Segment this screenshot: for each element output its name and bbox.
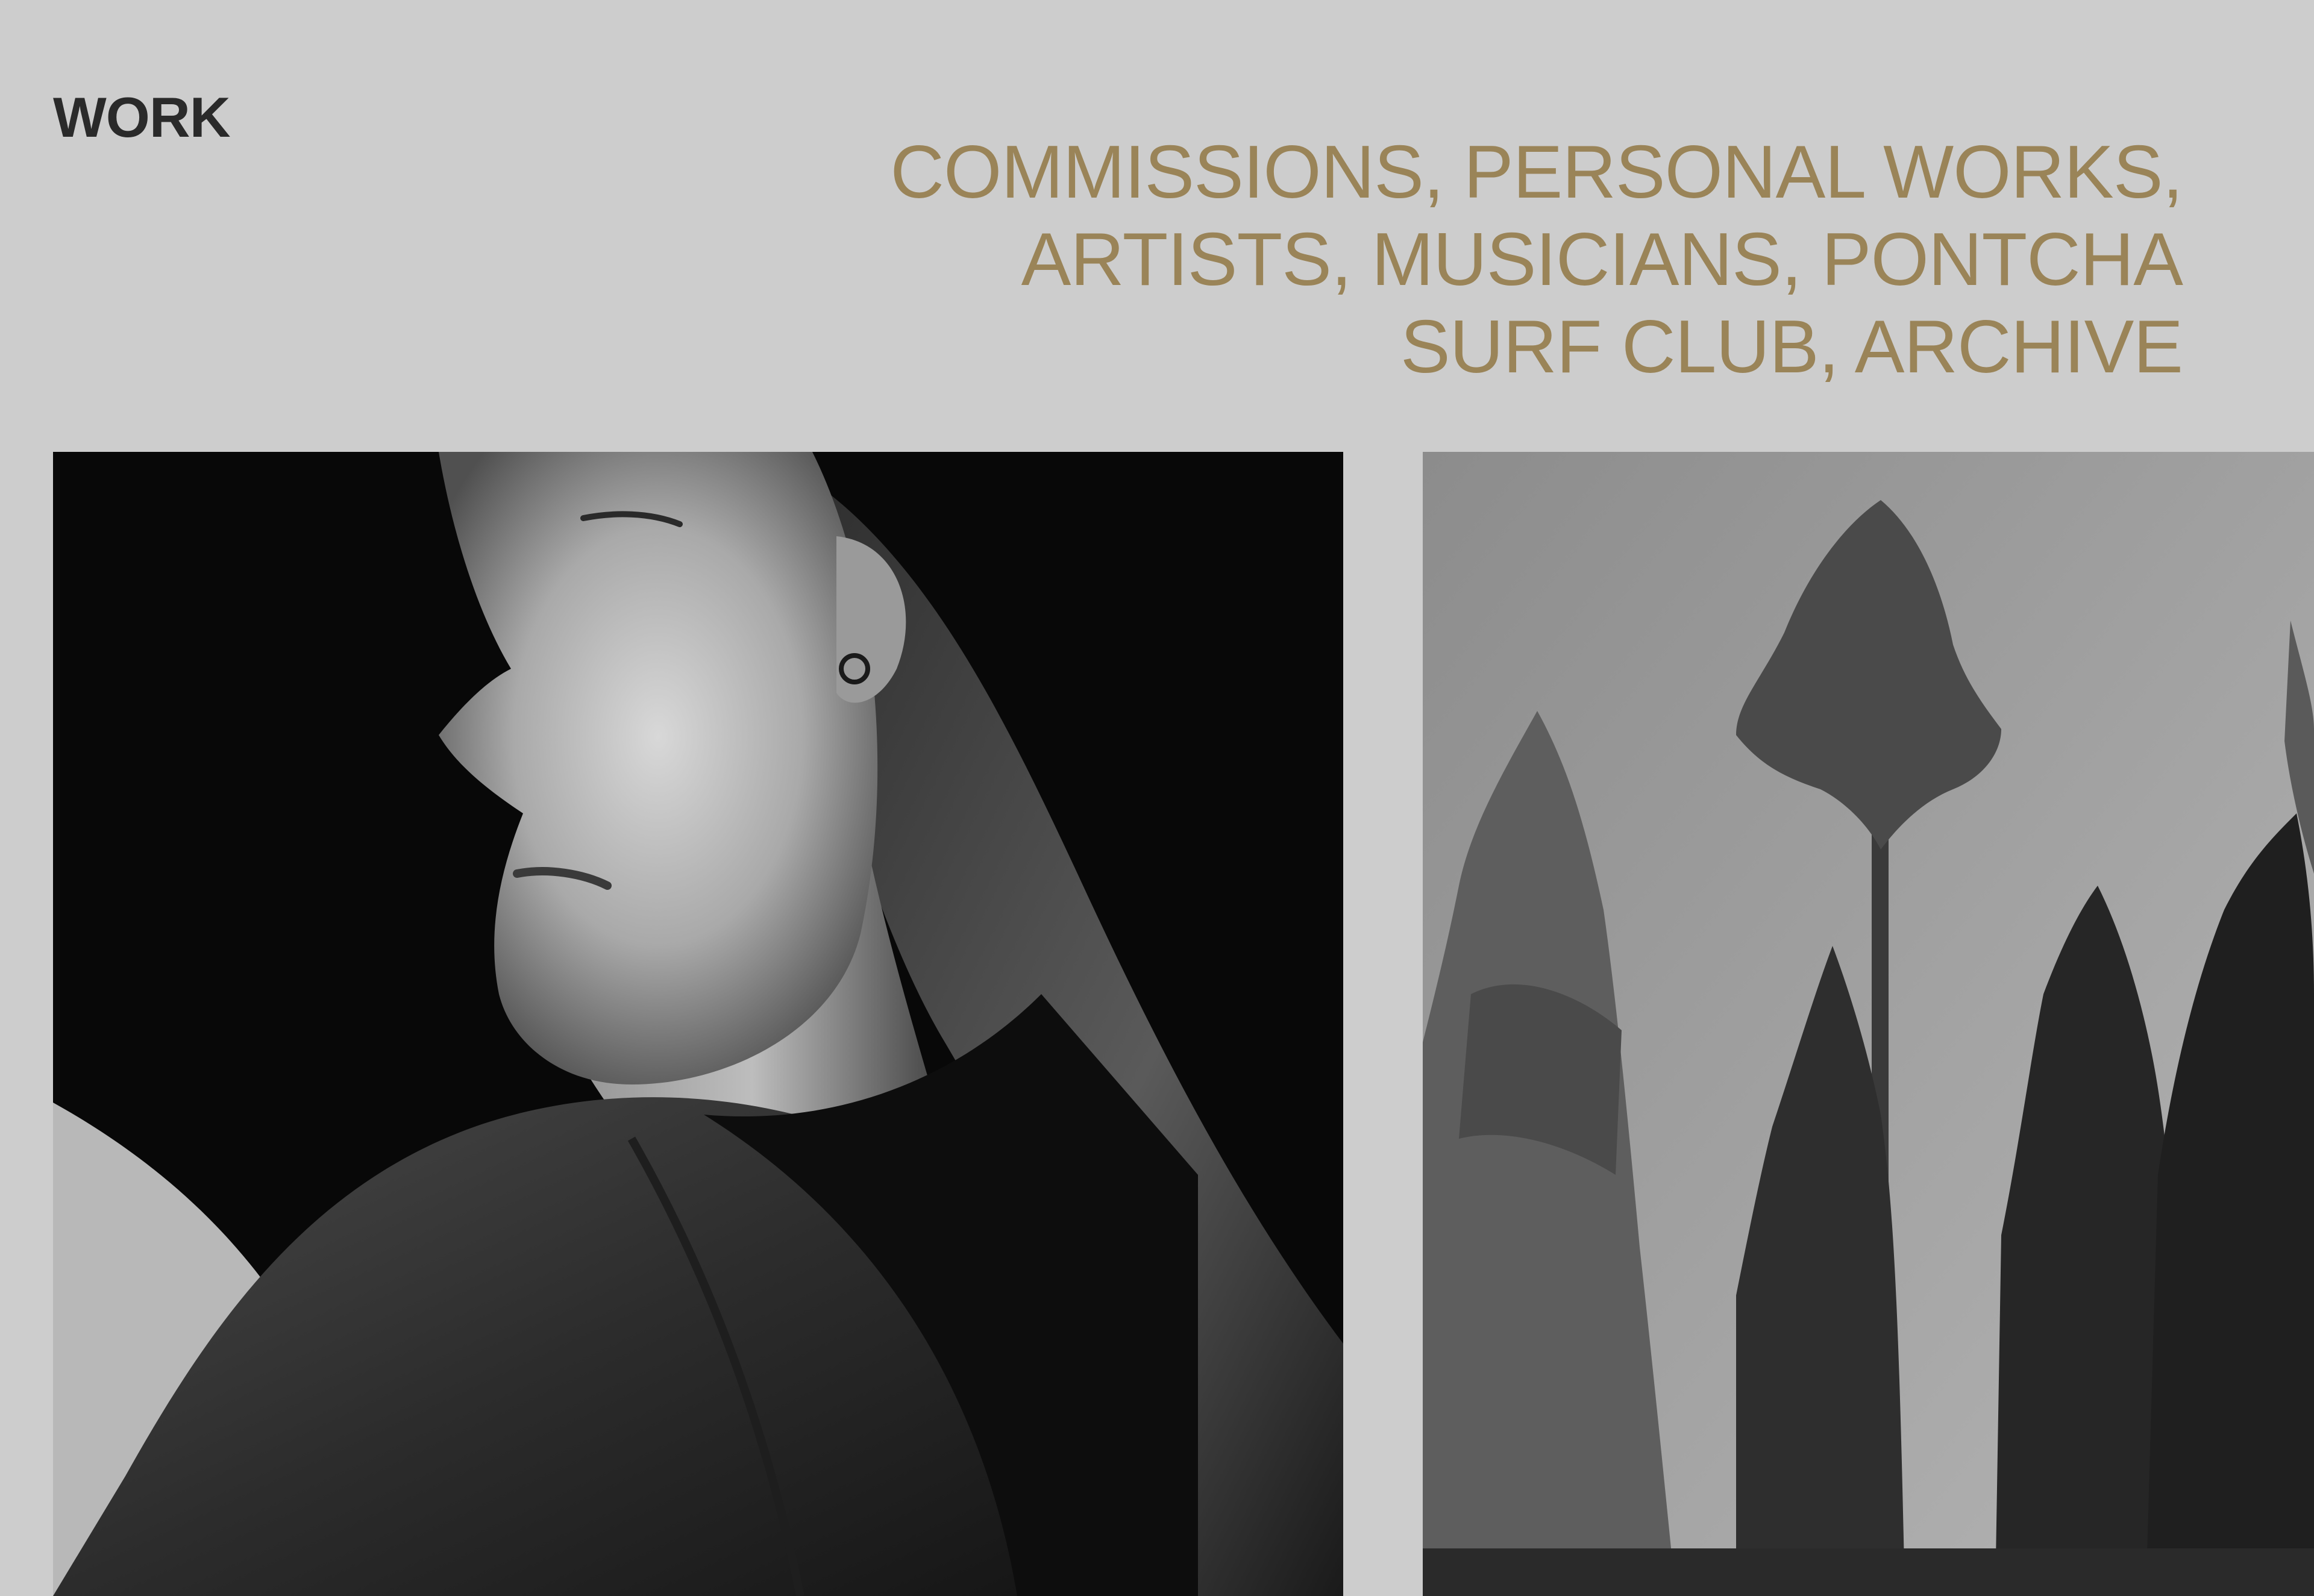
nav-link-musicians[interactable]: MUSICIANS (1372, 218, 1782, 301)
nav-link-personal-works[interactable]: PERSONAL WORKS (1464, 131, 2163, 214)
nav-link-artists[interactable]: ARTISTS (1021, 218, 1332, 301)
nav-separator: , (1818, 305, 1855, 389)
work-page: WORK COMMISSIONS, PERSONAL WORKS, ARTIST… (0, 0, 2314, 1596)
category-nav: COMMISSIONS, PERSONAL WORKS, ARTISTS, MU… (857, 129, 2183, 391)
portrait-photo (53, 452, 1343, 1596)
gallery-item-portrait[interactable] (53, 452, 1343, 1596)
trees-photo (1423, 452, 2314, 1596)
nav-separator: , (1331, 218, 1372, 301)
nav-separator: , (2162, 131, 2183, 214)
page-title: WORK (53, 86, 231, 149)
nav-separator: , (1781, 218, 1822, 301)
nav-link-archive[interactable]: ARCHIVE (1855, 305, 2183, 389)
nav-link-commissions[interactable]: COMMISSIONS (890, 131, 1424, 214)
gallery-item-trees[interactable] (1423, 452, 2314, 1596)
nav-separator: , (1423, 131, 1464, 214)
